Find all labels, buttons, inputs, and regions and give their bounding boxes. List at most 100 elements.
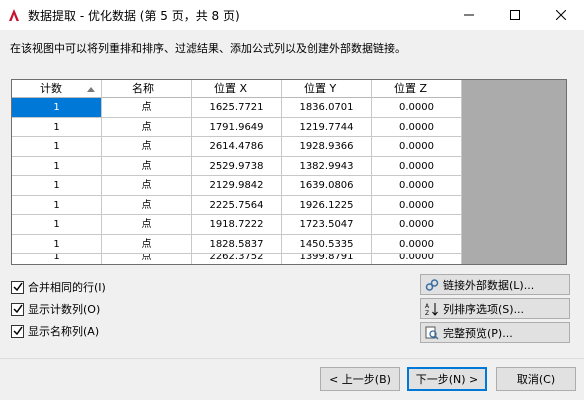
table-cell[interactable]: 1	[12, 215, 102, 235]
back-button[interactable]: < 上一步(B)	[320, 367, 400, 391]
table-row[interactable]: 1 点 1918.7222 1723.5047 0.0000	[12, 215, 462, 235]
show-name-option[interactable]: 显示名称列(A)	[11, 320, 106, 342]
table-cell[interactable]: 点	[102, 176, 192, 196]
table-cell[interactable]: 点	[102, 215, 192, 235]
table-cell[interactable]: 1918.7222	[192, 215, 282, 235]
column-header-label: 名称	[132, 82, 154, 95]
column-header-position-x[interactable]: 位置 X	[192, 80, 282, 98]
table-cell[interactable]: 点	[102, 234, 192, 254]
table-cell[interactable]: 1	[12, 176, 102, 196]
table-row[interactable]: 1 点 2129.9842 1639.0806 0.0000	[12, 176, 462, 196]
button-label: 链接外部数据(L)...	[443, 278, 535, 292]
checkbox-label: 显示计数列(O)	[28, 303, 101, 316]
table-cell[interactable]: 点	[102, 195, 192, 215]
grid-header: 计数 名称 位置 X 位置 Y 位置 Z	[12, 80, 462, 98]
table-cell[interactable]: 2129.9842	[192, 176, 282, 196]
table-cell[interactable]: 2225.7564	[192, 195, 282, 215]
window-title: 数据提取 - 优化数据 (第 5 页，共 8 页)	[28, 8, 240, 23]
table-cell[interactable]: 1219.7744	[282, 117, 372, 137]
checkbox-label: 显示名称列(A)	[28, 325, 100, 338]
maximize-button[interactable]	[492, 0, 538, 30]
table-cell[interactable]: 0.0000	[372, 137, 462, 157]
table-cell[interactable]: 点	[102, 254, 192, 264]
table-cell[interactable]: 2529.9738	[192, 156, 282, 176]
table-cell[interactable]: 1928.9366	[282, 137, 372, 157]
table-cell[interactable]: 1399.8791	[282, 254, 372, 264]
table-cell[interactable]: 1926.1225	[282, 195, 372, 215]
table-cell[interactable]: 点	[102, 117, 192, 137]
table-row[interactable]: 1 点 1625.7721 1836.0701 0.0000	[12, 98, 462, 118]
table-cell[interactable]: 0.0000	[372, 254, 462, 264]
table-cell[interactable]: 1791.9649	[192, 117, 282, 137]
table-cell[interactable]: 0.0000	[372, 176, 462, 196]
link-external-data-button[interactable]: 链接外部数据(L)...	[420, 274, 570, 295]
column-header-count[interactable]: 计数	[12, 80, 102, 98]
column-header-name[interactable]: 名称	[102, 80, 192, 98]
table-row[interactable]: 1 点 1791.9649 1219.7744 0.0000	[12, 117, 462, 137]
checkmark-icon	[12, 282, 23, 292]
table-cell[interactable]: 1	[12, 98, 102, 118]
table-cell[interactable]: 1450.5335	[282, 234, 372, 254]
show-count-checkbox[interactable]	[11, 302, 24, 316]
table-cell[interactable]: 1828.5837	[192, 234, 282, 254]
table-cell[interactable]: 0.0000	[372, 98, 462, 118]
table-row[interactable]: 1 点 2225.7564 1926.1225 0.0000	[12, 195, 462, 215]
instruction-text: 在该视图中可以将列重排和排序、过滤结果、添加公式列以及创建外部数据链接。	[10, 42, 406, 55]
table-row[interactable]: 1 点 1828.5837 1450.5335 0.0000	[12, 234, 462, 254]
table-cell[interactable]: 点	[102, 137, 192, 157]
full-preview-button[interactable]: 完整预览(P)...	[420, 322, 570, 343]
table-cell[interactable]: 0.0000	[372, 117, 462, 137]
table-cell[interactable]: 1723.5047	[282, 215, 372, 235]
table-cell[interactable]: 1	[12, 156, 102, 176]
table-cell[interactable]: 1	[12, 234, 102, 254]
column-sort-options-button[interactable]: AZ 列排序选项(S)...	[420, 298, 570, 319]
sort-icon: AZ	[425, 302, 439, 316]
show-name-checkbox[interactable]	[11, 324, 24, 338]
column-header-position-z[interactable]: 位置 Z	[372, 80, 462, 98]
column-header-label: 计数	[40, 82, 62, 95]
table-cell[interactable]: 1639.0806	[282, 176, 372, 196]
title-bar: 数据提取 - 优化数据 (第 5 页，共 8 页)	[0, 0, 584, 30]
combine-rows-option[interactable]: 合并相同的行(I)	[11, 276, 106, 298]
next-button[interactable]: 下一步(N) >	[407, 367, 487, 391]
sort-ascending-icon	[87, 87, 95, 92]
grid-body: 计数 名称 位置 X 位置 Y 位置 Z 1 点 1625.7721 1836.…	[12, 80, 462, 264]
options-checkboxes: 合并相同的行(I) 显示计数列(O) 显示名称列(A)	[11, 276, 106, 342]
link-icon	[425, 278, 439, 292]
data-grid[interactable]: 计数 名称 位置 X 位置 Y 位置 Z 1 点 1625.7721 1836.…	[11, 79, 567, 265]
svg-text:A: A	[425, 303, 430, 310]
table-cell[interactable]: 1382.9943	[282, 156, 372, 176]
table-row[interactable]: 1 点 2529.9738 1382.9943 0.0000	[12, 156, 462, 176]
table-row[interactable]: 1 点 2262.3752 1399.8791 0.0000	[12, 254, 462, 264]
table-row[interactable]: 1 点 2614.4786 1928.9366 0.0000	[12, 137, 462, 157]
column-header-label: 位置 X	[214, 82, 248, 95]
show-count-option[interactable]: 显示计数列(O)	[11, 298, 106, 320]
button-label: 完整预览(P)...	[443, 326, 513, 340]
table-cell[interactable]: 0.0000	[372, 215, 462, 235]
table-cell[interactable]: 0.0000	[372, 234, 462, 254]
footer-divider	[0, 358, 584, 359]
svg-text:Z: Z	[425, 310, 429, 316]
cancel-button[interactable]: 取消(C)	[496, 367, 576, 391]
table-cell[interactable]: 0.0000	[372, 156, 462, 176]
combine-rows-checkbox[interactable]	[11, 280, 24, 294]
close-button[interactable]	[538, 0, 584, 30]
column-header-label: 位置 Z	[394, 82, 428, 95]
table-cell[interactable]: 1	[12, 195, 102, 215]
table-cell[interactable]: 点	[102, 156, 192, 176]
table-cell[interactable]: 1	[12, 137, 102, 157]
table-cell[interactable]: 1836.0701	[282, 98, 372, 118]
table-cell[interactable]: 2614.4786	[192, 137, 282, 157]
table-cell[interactable]: 1625.7721	[192, 98, 282, 118]
preview-magnifier-icon	[425, 326, 439, 340]
column-header-label: 位置 Y	[304, 82, 337, 95]
minimize-icon	[464, 14, 474, 16]
table-cell[interactable]: 0.0000	[372, 195, 462, 215]
autocad-logo-icon	[6, 7, 22, 23]
table-cell[interactable]: 1	[12, 254, 102, 264]
minimize-button[interactable]	[446, 0, 492, 30]
table-cell[interactable]: 点	[102, 98, 192, 118]
table-cell[interactable]: 2262.3752	[192, 254, 282, 264]
column-header-position-y[interactable]: 位置 Y	[282, 80, 372, 98]
table-cell[interactable]: 1	[12, 117, 102, 137]
